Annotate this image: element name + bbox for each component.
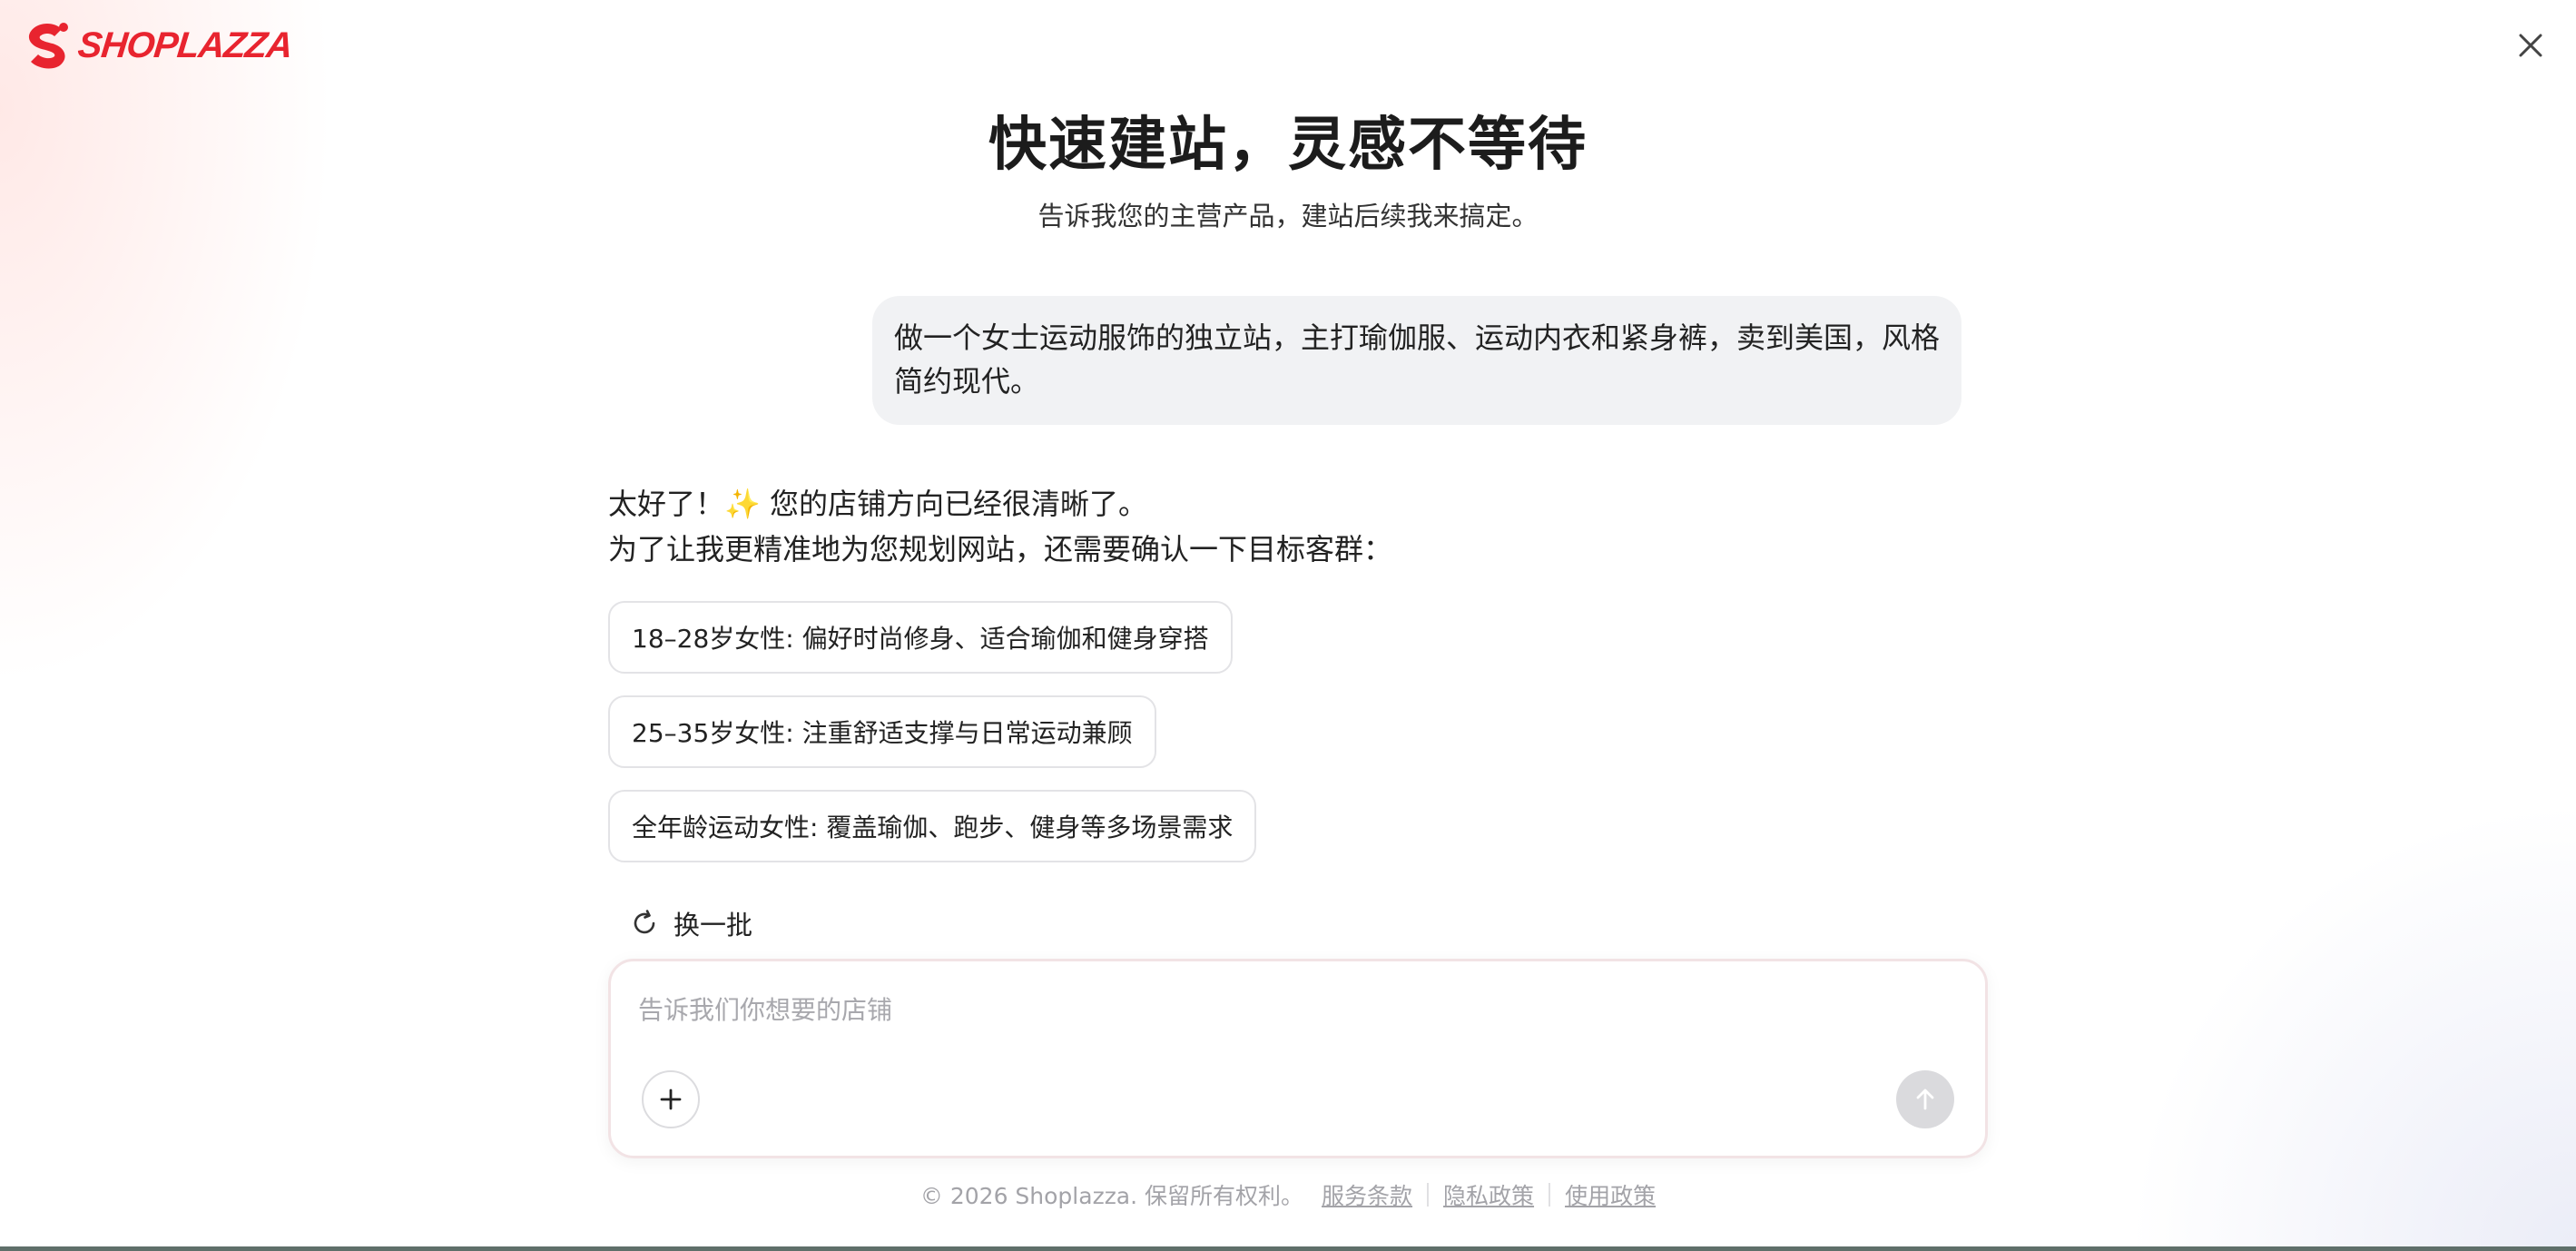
brand-name: SHOPLAZZA (75, 25, 294, 65)
assistant-line1-suffix: 您的店铺方向已经很清晰了。 (760, 487, 1148, 521)
refresh-icon (634, 910, 655, 934)
store-description-input[interactable] (638, 987, 1818, 1032)
close-button[interactable] (2511, 25, 2551, 65)
assistant-message: 太好了！✨ 您的店铺方向已经很清晰了。 为了让我更精准地为您规划网站，还需要确认… (608, 481, 1392, 572)
sparkle-icon: ✨ (724, 487, 761, 521)
refresh-label: 换一批 (673, 910, 753, 941)
option-chip[interactable]: 18–28岁女性: 偏好时尚修身、适合瑜伽和健身穿搭 (608, 601, 1233, 674)
assistant-message-line-2: 为了让我更精准地为您规划网站，还需要确认一下目标客群： (608, 532, 1393, 566)
assistant-line1-prefix: 太好了！ (608, 487, 725, 521)
assistant-message-line-1: 太好了！✨ 您的店铺方向已经很清晰了。 (608, 481, 1392, 527)
close-icon (2519, 34, 2542, 57)
option-chip[interactable]: 25–35岁女性: 注重舒适支撑与日常运动兼顾 (608, 695, 1156, 768)
composer (608, 959, 1988, 1158)
shoplazza-logo-icon (28, 23, 68, 69)
footer-divider (1549, 1183, 1551, 1207)
footer: © 2026 Shoplazza. 保留所有权利。 服务条款 隐私政策 使用政策 (0, 1178, 2576, 1211)
page-subtitle: 告诉我您的主营产品，建站后续我来搞定。 (1037, 201, 1539, 231)
page-title: 快速建站，灵感不等待 (988, 112, 1588, 179)
arrow-up-icon (1916, 1088, 1934, 1110)
add-attachment-button[interactable] (642, 1070, 700, 1128)
footer-link-privacy[interactable]: 隐私政策 (1443, 1178, 1534, 1211)
footer-link-terms[interactable]: 服务条款 (1322, 1178, 1412, 1211)
option-chip[interactable]: 全年龄运动女性: 覆盖瑜伽、跑步、健身等多场景需求 (608, 790, 1257, 862)
user-message-bubble: 做一个女士运动服饰的独立站，主打瑜伽服、运动内衣和紧身裤，卖到美国，风格简约现代… (872, 296, 1961, 425)
refresh-options-button[interactable]: 换一批 (630, 904, 752, 942)
brand-logo[interactable]: SHOPLAZZA (27, 22, 294, 69)
plus-icon (660, 1088, 682, 1110)
audience-options: 18–28岁女性: 偏好时尚修身、适合瑜伽和健身穿搭 25–35岁女性: 注重舒… (608, 601, 1257, 862)
footer-divider (1427, 1183, 1430, 1207)
footer-link-usage-policy[interactable]: 使用政策 (1565, 1178, 1656, 1211)
window-bottom-edge (0, 1246, 2576, 1251)
send-button[interactable] (1896, 1070, 1954, 1128)
footer-copyright: © 2026 Shoplazza. 保留所有权利。 (919, 1183, 1304, 1209)
